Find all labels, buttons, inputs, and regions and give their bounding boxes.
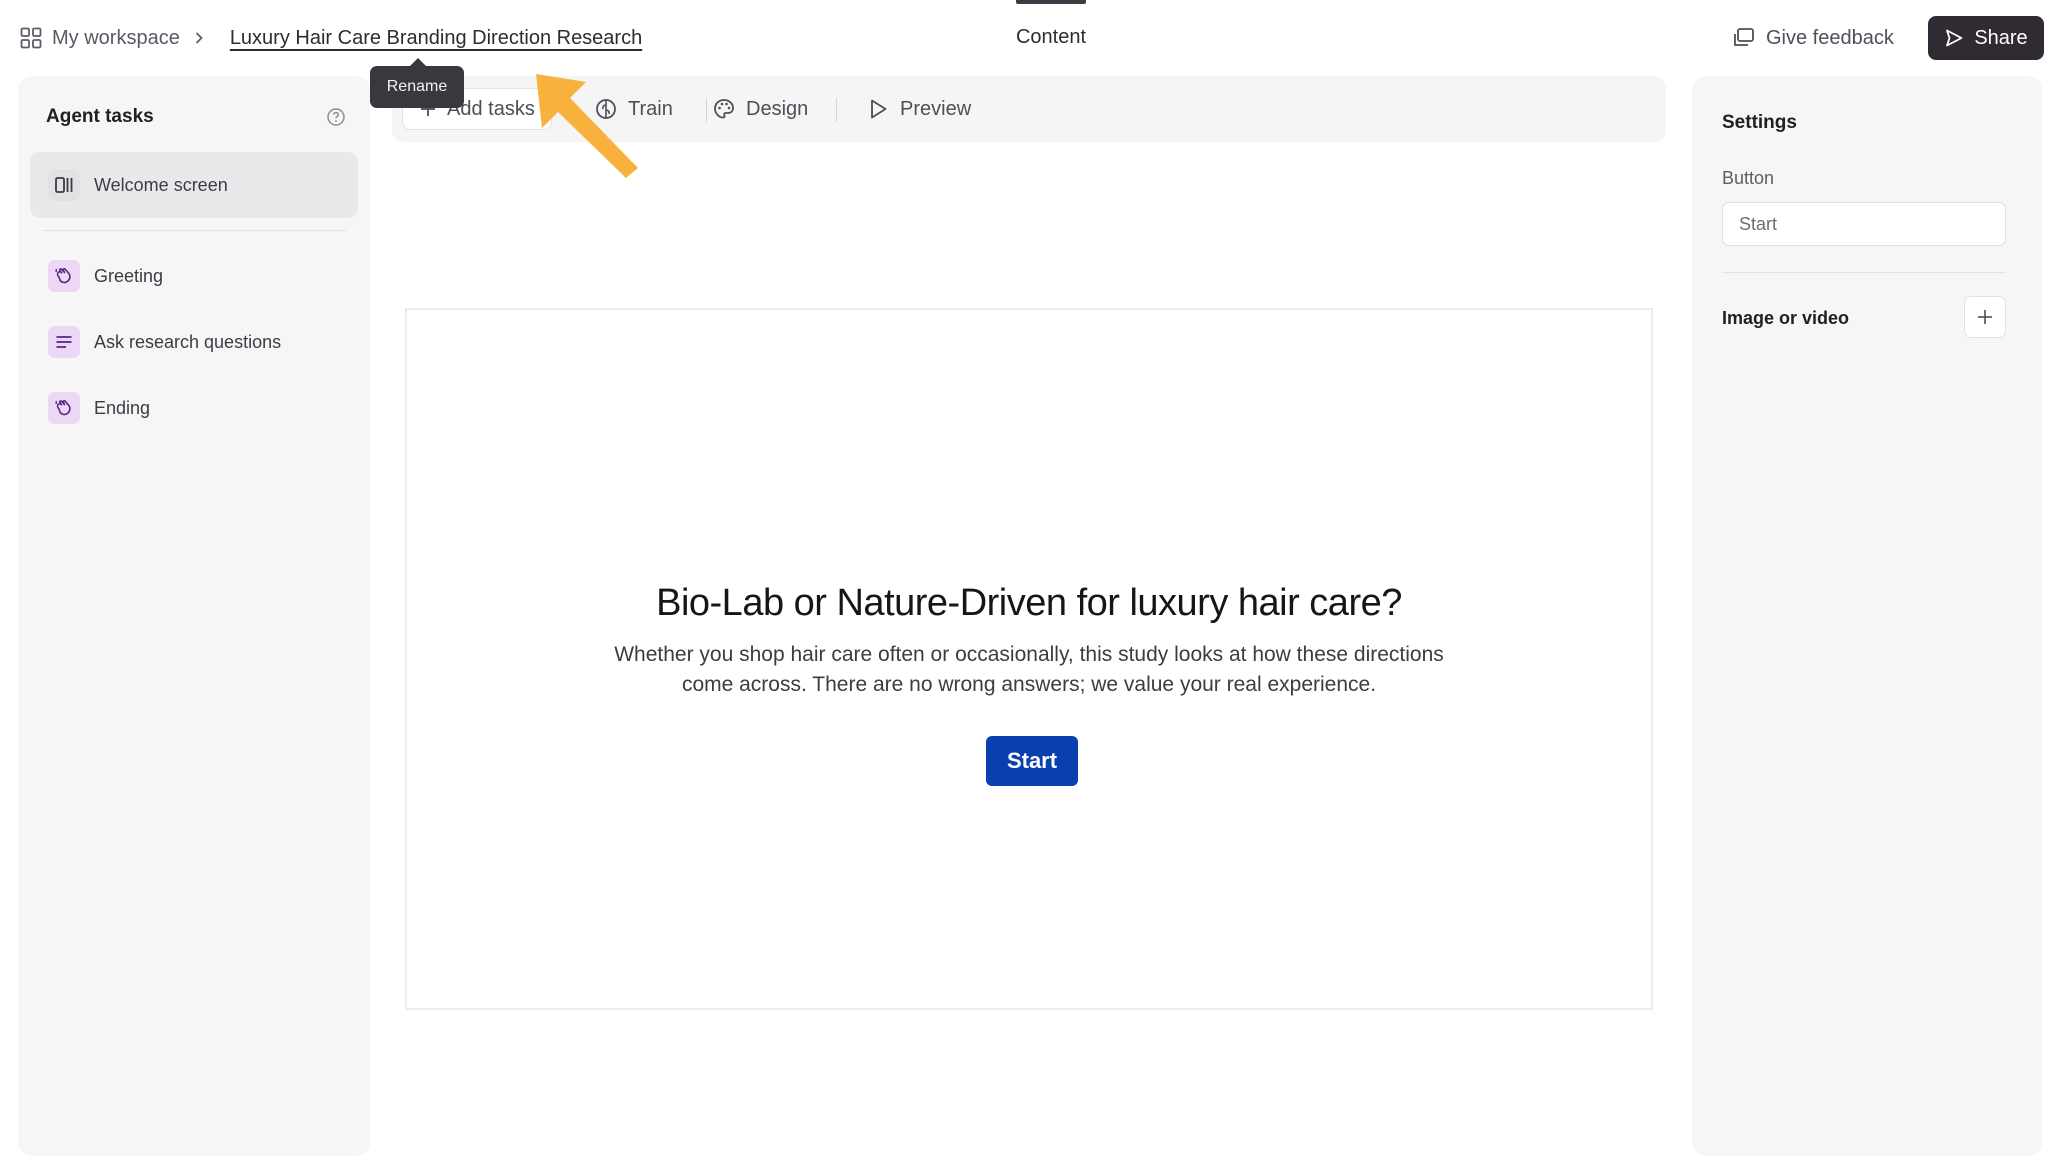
send-icon	[1946, 29, 1963, 47]
toolbar-divider	[836, 98, 837, 122]
start-button[interactable]: Start	[986, 736, 1078, 786]
chevron-right-icon	[195, 32, 203, 44]
give-feedback-button[interactable]: Give feedback	[1732, 22, 1894, 54]
task-list: Welcome screen Greeting Ask research que…	[30, 152, 358, 441]
pointer-arrow-icon	[536, 74, 638, 178]
breadcrumb: My workspace Luxury Hair Care Branding D…	[20, 22, 642, 54]
play-icon	[871, 99, 887, 119]
design-button[interactable]: Design	[712, 94, 808, 124]
image-or-video-label: Image or video	[1722, 308, 1850, 328]
task-divider	[42, 230, 346, 231]
task-welcome-screen[interactable]: Welcome screen	[30, 152, 358, 218]
palette-icon	[714, 99, 734, 119]
settings-panel: Settings Button Image or video	[1692, 76, 2042, 1156]
preview-button[interactable]: Preview	[866, 94, 971, 124]
welcome-screen-canvas: Bio-Lab or Nature-Driven for luxury hair…	[405, 308, 1653, 1010]
share-button[interactable]: Share	[1928, 16, 2044, 60]
give-feedback-label: Give feedback	[1766, 26, 1894, 49]
lines-icon	[48, 326, 80, 358]
task-ask-research-questions[interactable]: Ask research questions	[30, 309, 358, 375]
settings-title: Settings	[1722, 112, 1797, 133]
agent-tasks-header: Agent tasks	[46, 106, 346, 128]
task-label: Welcome screen	[94, 174, 228, 195]
welcome-description[interactable]: Whether you shop hair care often or occa…	[587, 640, 1471, 700]
toolbar-divider	[706, 98, 707, 122]
button-field-label: Button	[1722, 168, 1775, 188]
preview-label: Preview	[900, 97, 972, 120]
document-title[interactable]: Luxury Hair Care Branding Direction Rese…	[230, 27, 642, 50]
top-bar: My workspace Luxury Hair Care Branding D…	[0, 0, 2048, 76]
add-media-button[interactable]	[1964, 296, 2006, 338]
tab-content-label: Content	[1015, 26, 1087, 48]
design-label: Design	[746, 97, 809, 120]
settings-divider	[1722, 272, 2006, 273]
agent-tasks-title: Agent tasks	[46, 106, 154, 127]
welcome-screen-icon	[48, 169, 80, 201]
help-icon[interactable]	[326, 107, 346, 127]
agent-tasks-panel: Agent tasks Welcome screen Greeting Ask …	[18, 76, 370, 1156]
task-label: Greeting	[94, 265, 164, 286]
task-ending[interactable]: Ending	[30, 375, 358, 441]
app-page: My workspace Luxury Hair Care Branding D…	[0, 0, 2048, 1166]
wave-hand-icon	[48, 260, 80, 292]
plus-icon	[1978, 310, 1992, 324]
tab-active-indicator	[1016, 0, 1086, 4]
rename-tooltip: Rename	[370, 58, 464, 108]
breadcrumb-workspace[interactable]: My workspace	[52, 27, 180, 50]
welcome-title[interactable]: Bio-Lab or Nature-Driven for luxury hair…	[407, 582, 1651, 625]
grid-icon[interactable]	[20, 27, 42, 49]
feedback-icon	[1734, 28, 1754, 46]
wave-hand-icon	[48, 392, 80, 424]
tab-content[interactable]: Content	[996, 0, 1106, 76]
button-text-input[interactable]	[1722, 202, 2006, 246]
task-label: Ending	[94, 397, 151, 418]
task-label: Ask research questions	[94, 331, 282, 352]
share-label: Share	[1974, 26, 2028, 49]
task-greeting[interactable]: Greeting	[30, 243, 358, 309]
